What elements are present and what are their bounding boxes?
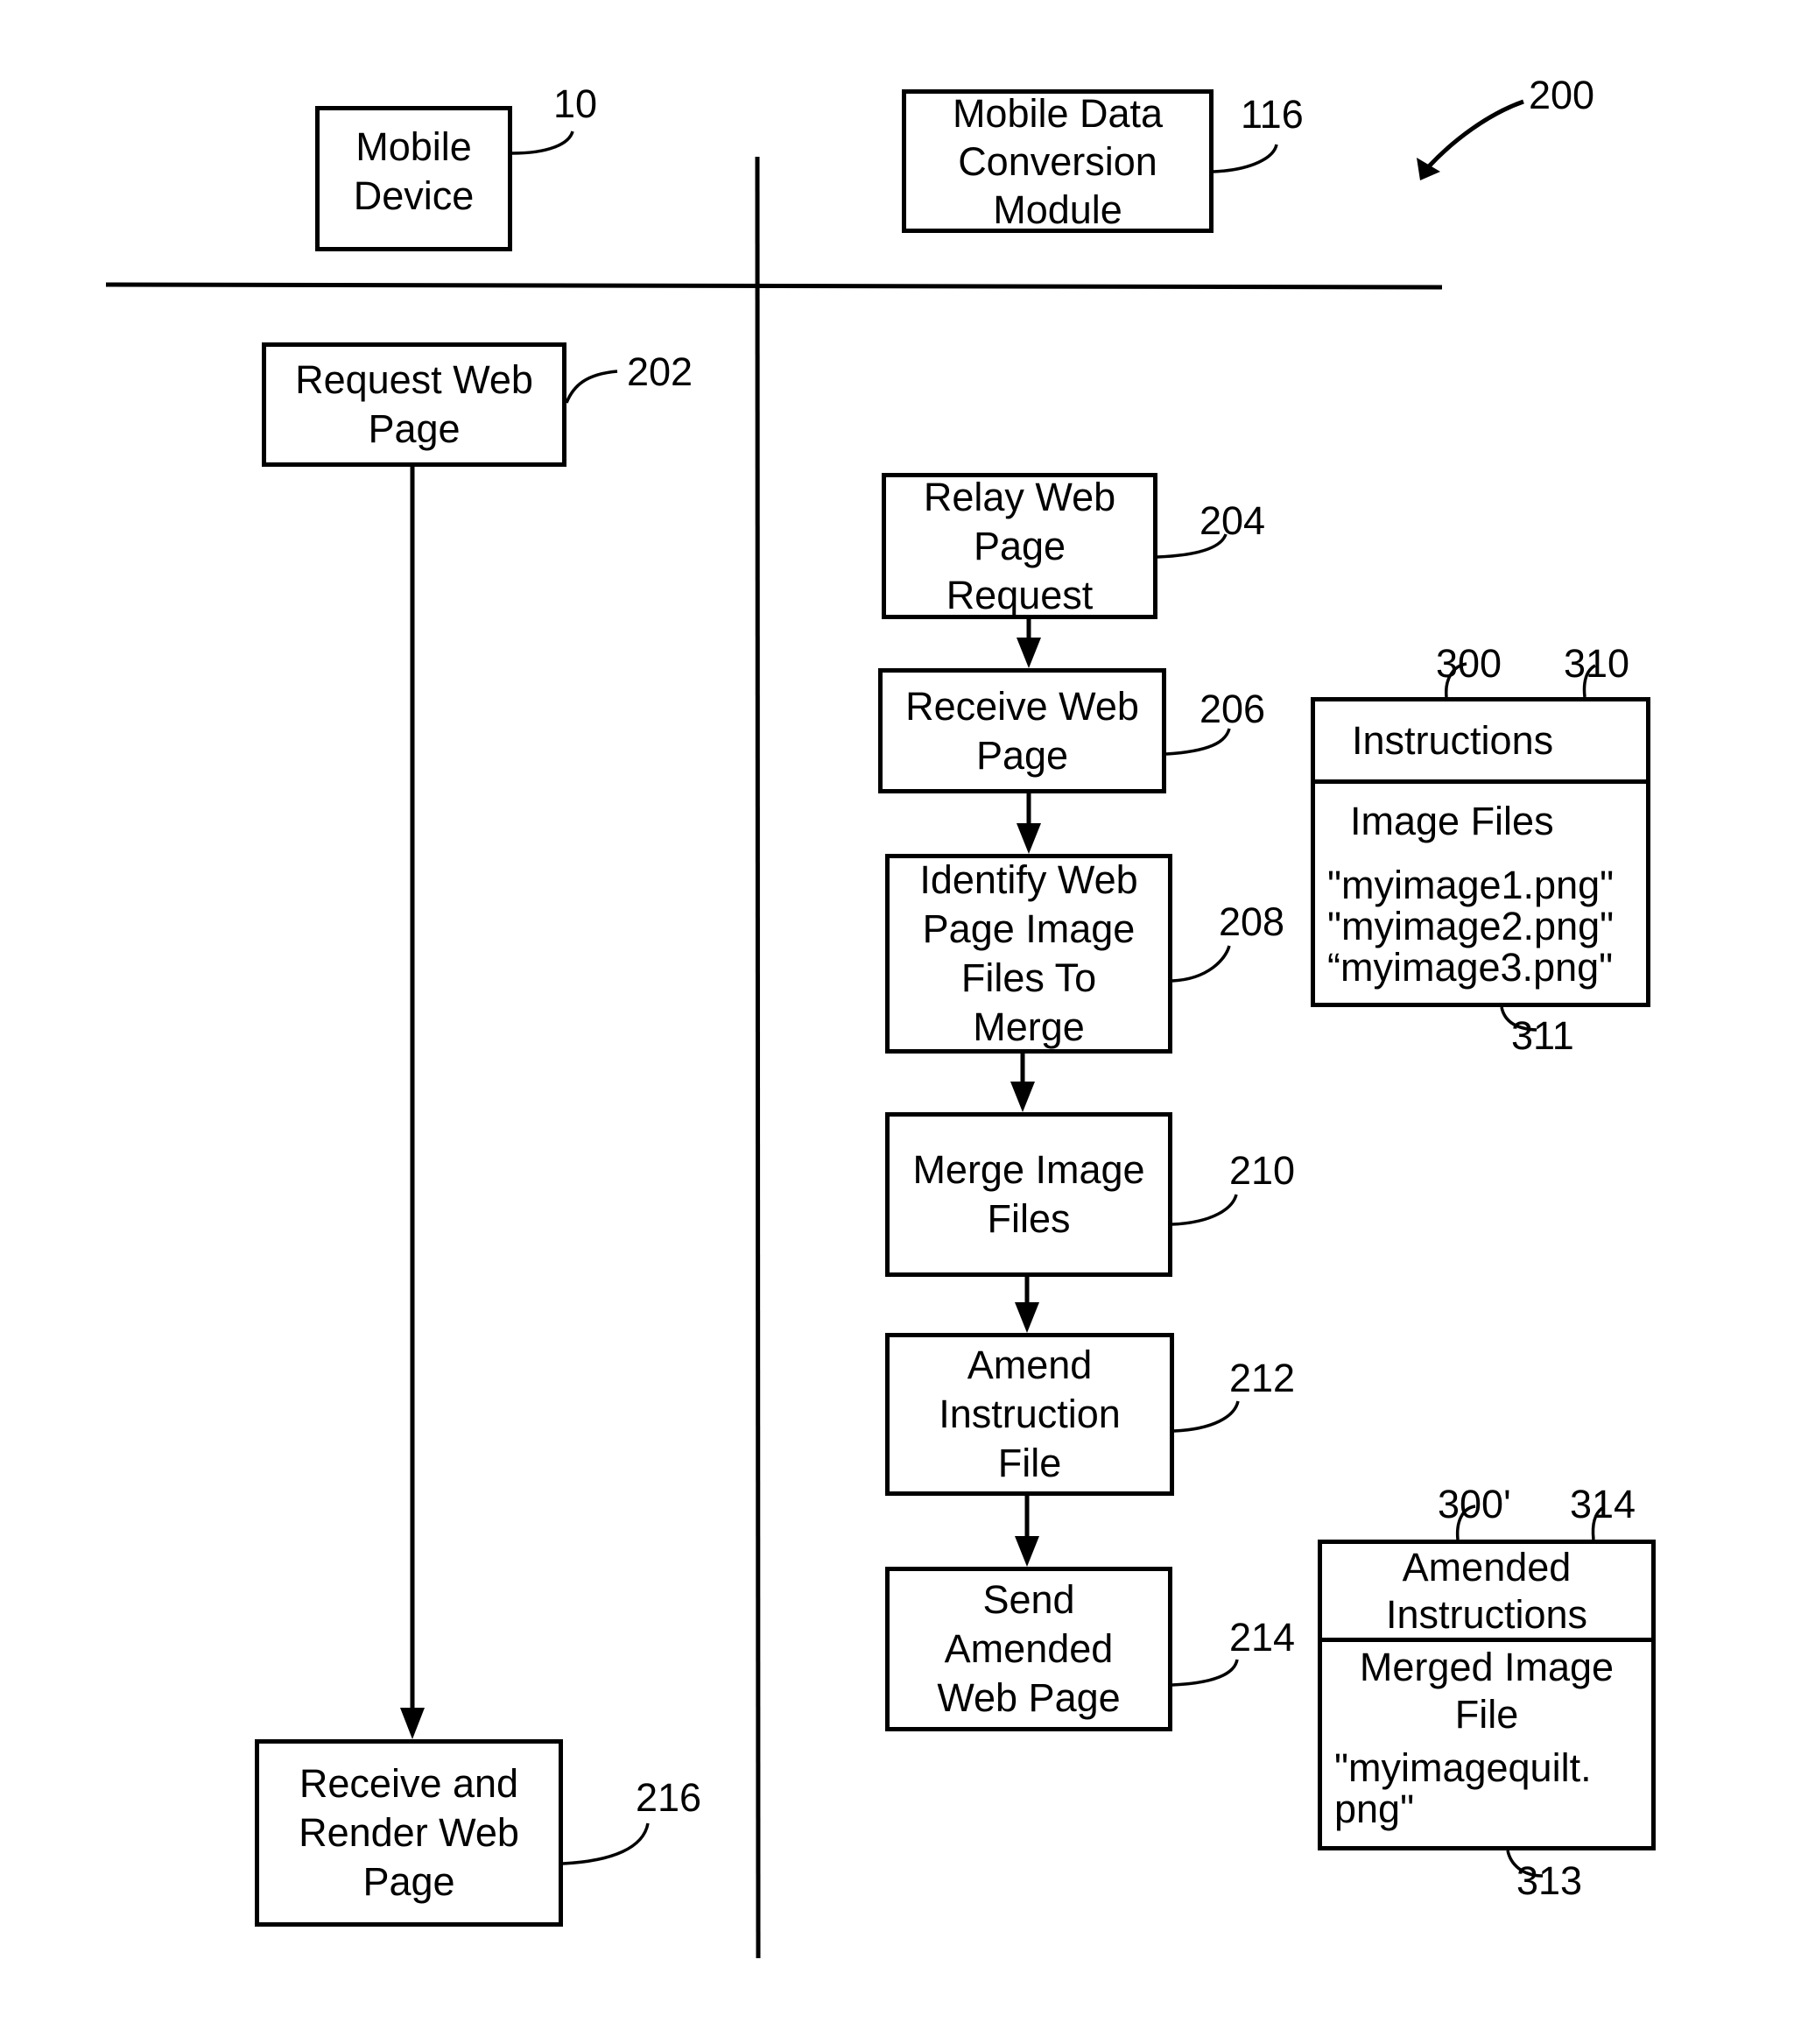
ref-label-202: 202	[627, 349, 693, 394]
figure-ref-label-200: 200	[1529, 73, 1595, 117]
step-identify-image-files: Identify Web Page Image Files To Merge	[885, 854, 1172, 1054]
amended-web-page-structure: Amended Instructions Merged Image File "…	[1318, 1540, 1656, 1850]
instructions-section: Instructions	[1315, 701, 1646, 784]
arrow-receive-to-identify	[1017, 793, 1041, 854]
arrow-request-to-render	[400, 467, 425, 1739]
image-file-item: "myimage1.png"	[1327, 863, 1615, 907]
leader-216	[562, 1822, 650, 1865]
ref-label-206: 206	[1200, 687, 1266, 731]
ref-label-10: 10	[553, 81, 598, 126]
leader-212	[1173, 1400, 1240, 1433]
ref-label-300: 300	[1436, 641, 1502, 686]
image-file-item: “myimage3.png"	[1327, 945, 1614, 990]
image-files-heading: Image Files	[1350, 799, 1554, 843]
leader-214	[1171, 1659, 1239, 1687]
merged-image-heading: Merged Image File	[1359, 1645, 1615, 1737]
ref-label-314: 314	[1570, 1482, 1636, 1526]
arrow-identify-to-merge	[1010, 1054, 1035, 1112]
step-receive-and-render: Receive and Render Web Page	[255, 1739, 563, 1927]
ref-label-310: 310	[1564, 641, 1630, 686]
step-send-amended-web-page: Send Amended Web Page	[885, 1567, 1172, 1731]
step-request-web-page: Request Web Page	[262, 342, 566, 467]
leader-116	[1213, 144, 1278, 173]
ref-label-313: 313	[1516, 1858, 1583, 1903]
lane-header-mobile-device: Mobile Device	[315, 106, 512, 251]
leader-210	[1171, 1194, 1238, 1226]
ref-label-208: 208	[1219, 899, 1285, 944]
amended-instructions-section: Amended Instructions	[1322, 1544, 1651, 1642]
ref-label-216: 216	[636, 1775, 702, 1820]
step-merge-image-files: Merge Image Files	[885, 1112, 1172, 1277]
leader-208	[1171, 945, 1231, 983]
step-amend-instruction-file: Amend Instruction File	[885, 1333, 1174, 1496]
lane-header-divider	[105, 282, 1443, 290]
image-file-item: "myimage2.png"	[1327, 904, 1615, 948]
arrow-merge-to-amend	[1015, 1277, 1039, 1333]
lane-header-conversion-module: Mobile Data Conversion Module	[902, 89, 1214, 233]
ref-label-210: 210	[1229, 1148, 1296, 1193]
lane-vertical-divider	[755, 156, 761, 1959]
step-receive-web-page: Receive Web Page	[878, 668, 1166, 793]
image-file-list: "myimage1.png" "myimage2.png" “myimage3.…	[1315, 845, 1646, 988]
ref-label-214: 214	[1229, 1615, 1296, 1660]
figure-ref-arrow	[1417, 99, 1524, 180]
ref-label-116: 116	[1241, 92, 1304, 137]
ref-label-212: 212	[1229, 1356, 1296, 1400]
ref-label-300-prime: 300'	[1438, 1482, 1511, 1526]
arrow-relay-to-receive	[1017, 619, 1041, 668]
merged-image-file: "myimagequilt. png"	[1334, 1745, 1592, 1831]
step-relay-request: Relay Web Page Request	[882, 473, 1157, 619]
leader-206	[1165, 728, 1231, 756]
web-page-structure: Instructions Image Files "myimage1.png" …	[1311, 697, 1650, 1007]
leader-202	[565, 370, 618, 404]
ref-label-204: 204	[1200, 498, 1266, 543]
leader-10	[511, 130, 574, 155]
ref-label-311: 311	[1511, 1013, 1574, 1058]
arrow-amend-to-send	[1015, 1496, 1039, 1567]
